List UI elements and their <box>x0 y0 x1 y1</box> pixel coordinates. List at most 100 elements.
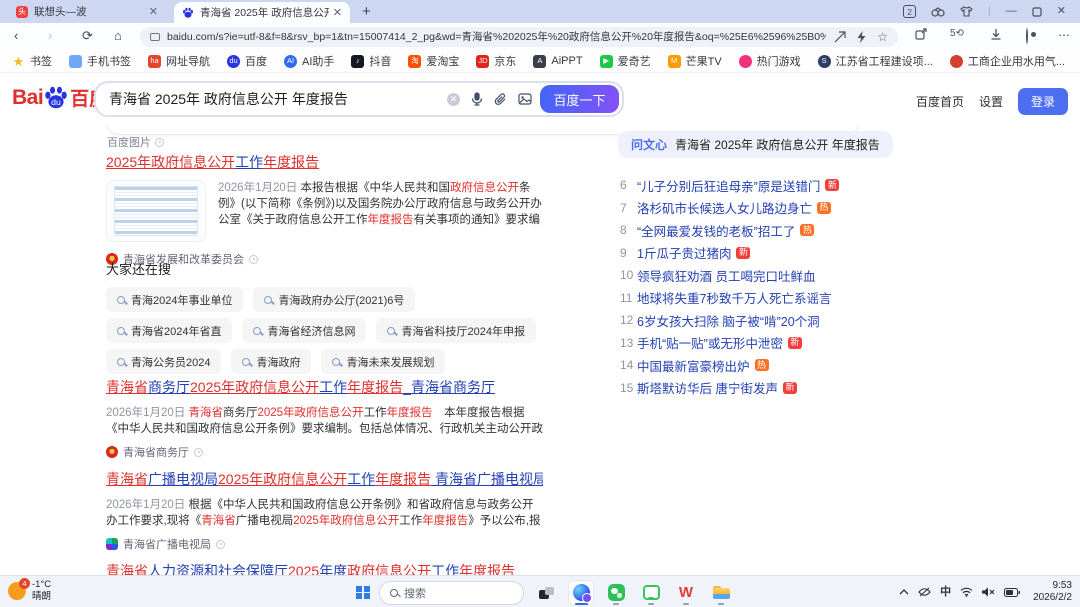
bookmark-item[interactable]: du 百度 <box>227 53 267 69</box>
site-info-icon[interactable] <box>150 32 160 41</box>
share-icon[interactable] <box>834 30 846 43</box>
result-title-link[interactable]: 青海省商务厅2025年政府信息公开工作年度报告_青海省商务厅 <box>106 377 543 397</box>
bookmark-item[interactable]: 工商企业用水用气... <box>949 53 1065 69</box>
taskbar-clock[interactable]: 9:53 2026/2/2 <box>1033 580 1072 604</box>
related-search-chip[interactable]: 青海省经济信息网 <box>242 318 367 343</box>
result-source[interactable]: 青海省广播电视局 <box>106 536 543 552</box>
baidu-image-section-label[interactable]: 百度图片 <box>107 134 164 150</box>
star-bookmark-icon[interactable]: ☆ <box>877 30 888 44</box>
baidu-home-link[interactable]: 百度首页 <box>916 93 964 110</box>
result-source[interactable]: 青海省商务厅 <box>106 444 543 460</box>
hot-search-item[interactable]: 11 地球将失重7秒致千万人死亡系谣言 <box>620 290 870 307</box>
minimize-button[interactable]: — <box>1006 6 1017 17</box>
result-title-link[interactable]: 青海省人力资源和社会保障厅2025年度政府信息公开工作年度报告 <box>106 561 543 575</box>
utility-site-icon <box>949 54 963 68</box>
settings-link[interactable]: 设置 <box>979 93 1003 110</box>
microphone-icon[interactable] <box>471 92 483 106</box>
start-button[interactable] <box>356 585 370 600</box>
tab-baidu-search[interactable]: 青海省 2025年 政府信息公开 年.. ✕ <box>174 2 350 23</box>
bookmark-item[interactable]: ★ 书签 <box>12 53 52 69</box>
related-search-chip[interactable]: 青海省2024年省直 <box>106 318 233 343</box>
bookmark-item[interactable]: 热门游戏 <box>738 53 801 69</box>
baidu-search-button[interactable]: 百度一下 <box>540 85 619 113</box>
task-view-button[interactable] <box>533 580 559 605</box>
tab-toutiao[interactable]: 头 联想头—波 ✕ <box>8 2 166 21</box>
related-search-chip[interactable]: 青海政府 <box>231 349 312 374</box>
battery-icon[interactable] <box>1004 587 1021 597</box>
baidu-favicon <box>182 7 194 19</box>
related-search-chip[interactable]: 青海未来发展规划 <box>321 349 446 374</box>
related-search-chip[interactable]: 青海2024年事业单位 <box>106 287 244 312</box>
result-thumbnail[interactable] <box>106 180 206 242</box>
address-bar[interactable]: baidu.com/s?ie=utf-8&f=8&rsv_bp=1&tn=150… <box>140 26 898 47</box>
source-site-icon <box>106 446 118 458</box>
bookmark-item[interactable]: 手机书签 <box>69 53 131 69</box>
image-search-icon[interactable] <box>518 93 532 105</box>
clear-icon[interactable]: ✕ <box>447 92 460 106</box>
source-more-icon[interactable] <box>216 539 225 549</box>
volume-muted-icon[interactable] <box>982 587 995 597</box>
hot-search-item[interactable]: 9 1斤瓜子贵过猪肉新 <box>620 245 870 261</box>
related-search-chip[interactable]: 青海政府办公厅(2021)6号 <box>253 287 416 312</box>
workspace-count-badge[interactable]: 2 <box>903 5 917 18</box>
bookmark-item[interactable]: A AiPPT <box>533 54 583 68</box>
chevron-up-icon[interactable] <box>899 589 909 595</box>
hot-search-item[interactable]: 6 “儿子分别后狂追母亲”原是送错门新 <box>620 177 870 194</box>
theme-skin-icon[interactable] <box>960 6 973 17</box>
search-box: ✕ 百度一下 <box>94 81 624 117</box>
taskbar-search[interactable]: 搜索 <box>379 580 524 605</box>
login-button[interactable]: 登录 <box>1017 88 1068 115</box>
bookmark-item[interactable]: AI AI助手 <box>284 53 334 69</box>
bookmark-item[interactable]: S 江苏省工程建设项... <box>817 53 933 69</box>
forward-button[interactable]: › <box>48 28 52 43</box>
result-title-link[interactable]: 2025年政府信息公开工作年度报告 <box>106 152 543 172</box>
bookmark-item[interactable]: ♪ 抖音 <box>351 53 391 69</box>
wifi-icon[interactable] <box>960 587 973 597</box>
maximize-button[interactable] <box>1032 6 1042 17</box>
attachment-icon[interactable] <box>494 92 507 106</box>
result-title-link[interactable]: 青海省广播电视局2025年政府信息公开工作年度报告 青海省广播电视局 <box>106 469 543 489</box>
bookmark-item[interactable]: JD 京东 <box>476 53 516 69</box>
home-button[interactable]: ⌂ <box>114 28 122 43</box>
wechat-app-button[interactable] <box>603 580 629 605</box>
source-more-icon[interactable] <box>194 447 203 457</box>
tab-close-icon[interactable]: ✕ <box>149 5 158 18</box>
related-search-chip[interactable]: 青海公务员2024 <box>106 349 222 374</box>
split-view-icon[interactable] <box>931 6 945 17</box>
bookmark-item[interactable]: ha 网址导航 <box>148 53 210 69</box>
download-icon[interactable] <box>990 28 1002 43</box>
lightning-icon[interactable] <box>857 30 866 43</box>
tab-close-icon[interactable]: ✕ <box>333 6 342 19</box>
ask-wenxin-pill[interactable]: 问文心 青海省 2025年 政府信息公开 年度报告 <box>618 131 893 158</box>
wps-app-button[interactable]: W <box>673 580 699 605</box>
hot-search-item[interactable]: 8 “全网最爱发钱的老板”招工了热 <box>620 222 870 239</box>
hot-search-item[interactable]: 15 斯塔默访华后 唐宁街发声新 <box>620 380 870 396</box>
browser-app-button[interactable] <box>568 580 594 605</box>
recently-closed-icon[interactable]: 5⟲ <box>950 28 964 39</box>
more-menu-icon[interactable]: ⋯ <box>1058 28 1070 42</box>
search-input[interactable] <box>96 91 447 107</box>
ime-indicator[interactable]: 中 <box>940 586 951 598</box>
hot-search-item[interactable]: 12 6岁女孩大扫除 脑子被“啃”20个洞 <box>620 312 870 329</box>
hot-search-item[interactable]: 14 中国最新富豪榜出炉热 <box>620 357 870 374</box>
ai-assistant-icon: AI <box>284 54 297 68</box>
hot-search-item[interactable]: 13 手机“贴一贴”或无形中泄密新 <box>620 335 870 351</box>
bookmark-item[interactable]: M 芒果TV <box>667 53 722 69</box>
hot-search-item[interactable]: 7 洛杉矶市长候选人女儿路边身亡热 <box>620 200 870 216</box>
close-window-button[interactable]: ✕ <box>1057 6 1066 17</box>
weather-widget[interactable]: 4 -1°C 晴朗 <box>8 578 51 603</box>
reload-button[interactable]: ⟳ <box>82 28 93 44</box>
new-tab-button[interactable]: + <box>362 3 371 20</box>
hot-search-item[interactable]: 10 领导疯狂劝酒 员工喝完口吐鲜血 <box>620 267 870 284</box>
file-explorer-button[interactable] <box>708 580 734 605</box>
related-search-chip[interactable]: 青海省科技厅2024年申报 <box>376 318 536 343</box>
messages-app-button[interactable] <box>638 580 664 605</box>
bookmark-item[interactable]: ▶ 爱奇艺 <box>599 53 651 69</box>
window-pop-icon[interactable] <box>915 28 927 43</box>
back-button[interactable]: ‹ <box>14 28 18 43</box>
eye-off-icon[interactable] <box>918 587 931 597</box>
bookmark-item[interactable]: 淘爱淘宝 <box>408 53 459 69</box>
iqiyi-icon: ▶ <box>599 54 613 68</box>
profile-avatar-icon[interactable] <box>1026 28 1028 44</box>
aippt-icon: A <box>533 54 547 68</box>
